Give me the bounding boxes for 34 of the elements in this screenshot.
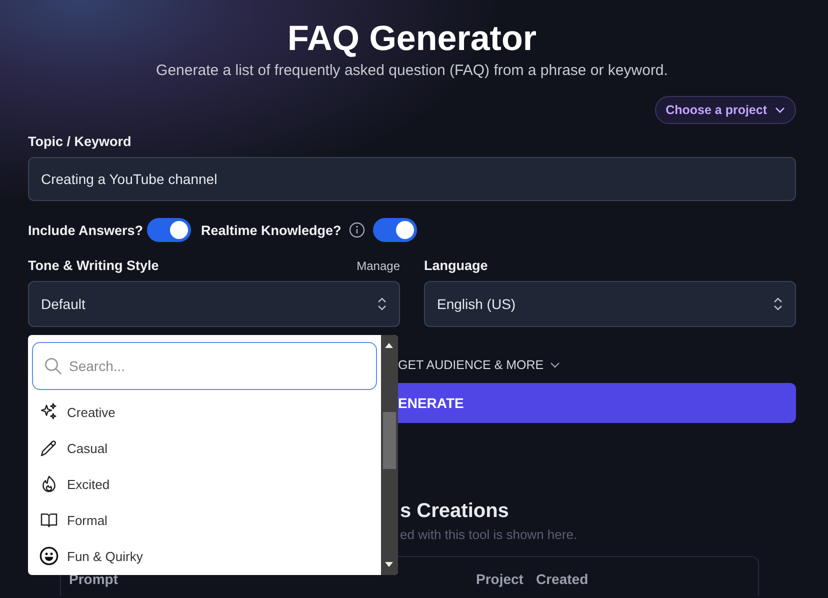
- dropdown-option[interactable]: Casual: [32, 430, 377, 466]
- dropdown-option[interactable]: Excited: [32, 466, 377, 502]
- sort-arrows-icon: [377, 297, 387, 311]
- smile-icon: [39, 546, 59, 566]
- scrollbar[interactable]: [381, 335, 398, 575]
- choose-project-button[interactable]: Choose a project: [654, 96, 796, 124]
- info-icon: [349, 222, 366, 238]
- toggle-label: Include Answers?: [28, 222, 144, 238]
- field-label: Topic / Keyword: [28, 134, 132, 149]
- pencil-icon: [39, 438, 59, 458]
- chevron-down-icon: [550, 362, 560, 368]
- more-options-link[interactable]: GET AUDIENCE & MORE: [398, 358, 544, 372]
- column-header: Project: [476, 571, 524, 589]
- field-label: Language: [424, 258, 488, 273]
- language-select[interactable]: English (US): [424, 281, 796, 327]
- chevron-down-icon: [775, 107, 785, 113]
- search-field[interactable]: Search...: [32, 342, 377, 390]
- page-title: FAQ Generator: [286, 18, 538, 60]
- topic-input[interactable]: Creating a YouTube channel: [28, 157, 796, 201]
- column-header: Prompt: [69, 571, 119, 589]
- toggle-switch[interactable]: [373, 218, 418, 242]
- section-subtitle: ed with this tool is shown here.: [400, 527, 578, 542]
- manage-link[interactable]: Manage: [356, 258, 400, 272]
- sort-arrows-icon: [773, 297, 783, 311]
- toggle-switch[interactable]: [147, 218, 192, 242]
- dropdown-option[interactable]: Fun & Quirky: [32, 538, 377, 574]
- tone-select[interactable]: Default: [28, 281, 400, 327]
- column-header: Created: [536, 571, 590, 589]
- dropdown-option[interactable]: Formal: [32, 502, 377, 538]
- sparkles-icon: [39, 402, 59, 422]
- toggle-label: Realtime Knowledge?: [201, 222, 342, 238]
- field-label: Tone & Writing Style: [28, 258, 159, 273]
- page-subtitle: Generate a list of frequently asked question (FAQ) from a phrase or keyword.: [155, 62, 669, 79]
- section-title: s Creations: [400, 500, 509, 523]
